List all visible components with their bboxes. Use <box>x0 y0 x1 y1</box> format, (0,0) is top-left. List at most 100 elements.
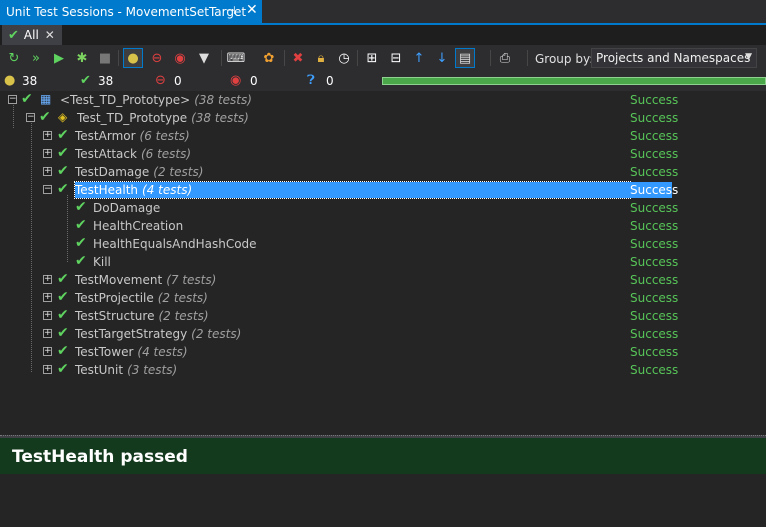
tree-row-test[interactable]: ✔ HealthEqualsAndHashCode Success <box>0 235 766 253</box>
ignored-icon: ◉ <box>230 73 242 88</box>
status-label: Success <box>630 147 679 161</box>
expand-icon[interactable]: + <box>43 311 52 320</box>
status-label: Success <box>630 111 679 125</box>
run-icon[interactable]: ↻ <box>5 49 23 67</box>
group-by-value: Projects and Namespaces <box>596 51 751 65</box>
tree-row-solution[interactable]: − ✔ ▦ <Test_TD_Prototype> (38 tests) Suc… <box>0 91 766 109</box>
tree-name: TestProjectile <box>75 291 154 305</box>
status-label: Success <box>630 129 679 143</box>
tree-row-namespace[interactable]: − ✔ ◈ Test_TD_Prototype (38 tests) Succe… <box>0 109 766 127</box>
pin-icon[interactable]: ⊣ <box>226 4 236 17</box>
tree-label: TestArmor (6 tests) <box>75 128 190 144</box>
tree-row-test[interactable]: ✔ HealthCreation Success <box>0 217 766 235</box>
tree-row-test[interactable]: ✔ Kill Success <box>0 253 766 271</box>
result-header: TestHealth passed <box>0 438 766 474</box>
collapse-icon[interactable]: − <box>26 113 35 122</box>
tree-count: (2 tests) <box>191 327 242 341</box>
result-text: TestHealth passed <box>12 447 188 467</box>
filter-funnel-icon[interactable]: ▼ <box>195 49 213 67</box>
check-icon: ✔ <box>75 235 87 251</box>
export-icon[interactable]: ⎙ <box>496 49 514 67</box>
collapse-icon[interactable]: − <box>8 95 17 104</box>
tree-name: TestArmor <box>75 129 136 143</box>
tree-name: TestHealth <box>75 183 139 197</box>
tree-label: Test_TD_Prototype (38 tests) <box>77 110 249 126</box>
chevron-down-icon: ▼ <box>745 52 752 62</box>
lock-icon[interactable]: 🔒︎ <box>312 49 330 67</box>
tree-count: (38 tests) <box>194 93 252 107</box>
tree-row-fixture[interactable]: + ✔ TestUnit (3 tests) Success <box>0 361 766 379</box>
debug-bug-icon[interactable]: ✱ <box>73 49 91 67</box>
dotcover-icon[interactable]: ✿ <box>260 49 278 67</box>
play-icon[interactable]: ▶ <box>50 49 68 67</box>
remove-icon[interactable]: ✖ <box>289 49 307 67</box>
tree-row-fixture-selected[interactable]: − ✔ TestHealth (4 tests) Success <box>0 181 766 199</box>
tree-name: Test_TD_Prototype <box>77 111 188 125</box>
passed-icon: ✔ <box>80 73 91 88</box>
close-session-icon[interactable]: ✕ <box>45 28 55 42</box>
tree-label: TestStructure (2 tests) <box>75 308 209 324</box>
collapse-icon[interactable]: − <box>43 185 52 194</box>
tree-row-fixture[interactable]: + ✔ TestMovement (7 tests) Success <box>0 271 766 289</box>
check-icon: ✔ <box>57 289 69 305</box>
tree-count: (6 tests) <box>139 129 190 143</box>
expand-icon[interactable]: + <box>43 275 52 284</box>
expand-icon[interactable]: + <box>43 149 52 158</box>
previous-icon[interactable]: ↑ <box>410 49 428 67</box>
tree-name: TestAttack <box>75 147 137 161</box>
failed-icon: ⊖ <box>155 73 166 88</box>
clock-icon[interactable]: ◷ <box>335 49 353 67</box>
close-icon[interactable]: ✕ <box>246 2 258 18</box>
tree-row-fixture[interactable]: + ✔ TestTargetStrategy (2 tests) Success <box>0 325 766 343</box>
preview-icon[interactable]: ▤ <box>455 48 475 68</box>
tree-row-fixture[interactable]: + ✔ TestProjectile (2 tests) Success <box>0 289 766 307</box>
session-tab-all[interactable]: ✔ All ✕ <box>2 25 62 45</box>
window-tab[interactable]: Unit Test Sessions - MovementSetTarget ⊣… <box>0 0 262 23</box>
expand-icon[interactable]: + <box>43 365 52 374</box>
tree-count: (2 tests) <box>158 309 209 323</box>
tree-row-fixture[interactable]: + ✔ TestDamage (2 tests) Success <box>0 163 766 181</box>
expand-icon[interactable]: + <box>43 347 52 356</box>
tree-name: HealthCreation <box>93 219 184 233</box>
tree-name: TestStructure <box>75 309 155 323</box>
window-title: Unit Test Sessions - MovementSetTarget <box>6 4 247 19</box>
expand-icon[interactable]: + <box>43 293 52 302</box>
check-icon: ✔ <box>75 253 87 269</box>
tree-row-fixture[interactable]: + ✔ TestStructure (2 tests) Success <box>0 307 766 325</box>
session-tab-strip <box>0 25 766 45</box>
filter-passed-icon[interactable]: ● <box>123 48 143 68</box>
expand-icon[interactable]: + <box>43 329 52 338</box>
tree-count: (2 tests) <box>157 291 208 305</box>
tree-label: TestAttack (6 tests) <box>75 146 191 162</box>
expand-icon[interactable]: + <box>43 167 52 176</box>
filter-ignored-icon[interactable]: ◉ <box>171 49 189 67</box>
unit-tests-icon[interactable]: ⌨ <box>227 49 246 67</box>
check-icon: ✔ <box>57 181 69 197</box>
failed-count: 0 <box>174 74 182 88</box>
expand-all-icon[interactable]: ⊞ <box>363 49 381 67</box>
test-tree: − ✔ ▦ <Test_TD_Prototype> (38 tests) Suc… <box>0 91 766 435</box>
run-all-icon[interactable]: » <box>27 49 45 67</box>
inconclusive-count: 0 <box>326 74 334 88</box>
collapse-all-icon[interactable]: ⊟ <box>387 49 405 67</box>
tree-name: TestTower <box>75 345 134 359</box>
tree-row-fixture[interactable]: + ✔ TestArmor (6 tests) Success <box>0 127 766 145</box>
stop-icon[interactable]: ■ <box>96 49 114 67</box>
check-icon: ✔ <box>57 361 69 377</box>
csharp-project-icon: ▦ <box>40 92 52 106</box>
group-by-select[interactable]: Projects and Namespaces ▼ <box>591 48 757 68</box>
expand-icon[interactable]: + <box>43 131 52 140</box>
tree-row-test[interactable]: ✔ DoDamage Success <box>0 199 766 217</box>
tree-label: TestHealth (4 tests) <box>74 181 631 199</box>
status-label: Success <box>630 165 679 179</box>
check-icon: ✔ <box>57 271 69 287</box>
tree-row-fixture[interactable]: + ✔ TestTower (4 tests) Success <box>0 343 766 361</box>
tree-label: DoDamage <box>93 200 160 216</box>
tree-name: TestDamage <box>75 165 150 179</box>
next-icon[interactable]: ↓ <box>433 49 451 67</box>
filter-failed-icon[interactable]: ⊖ <box>148 49 166 67</box>
progress-bar <box>382 77 766 85</box>
check-icon: ✔ <box>57 325 69 341</box>
tree-row-fixture[interactable]: + ✔ TestAttack (6 tests) Success <box>0 145 766 163</box>
tree-name: TestTargetStrategy <box>75 327 188 341</box>
